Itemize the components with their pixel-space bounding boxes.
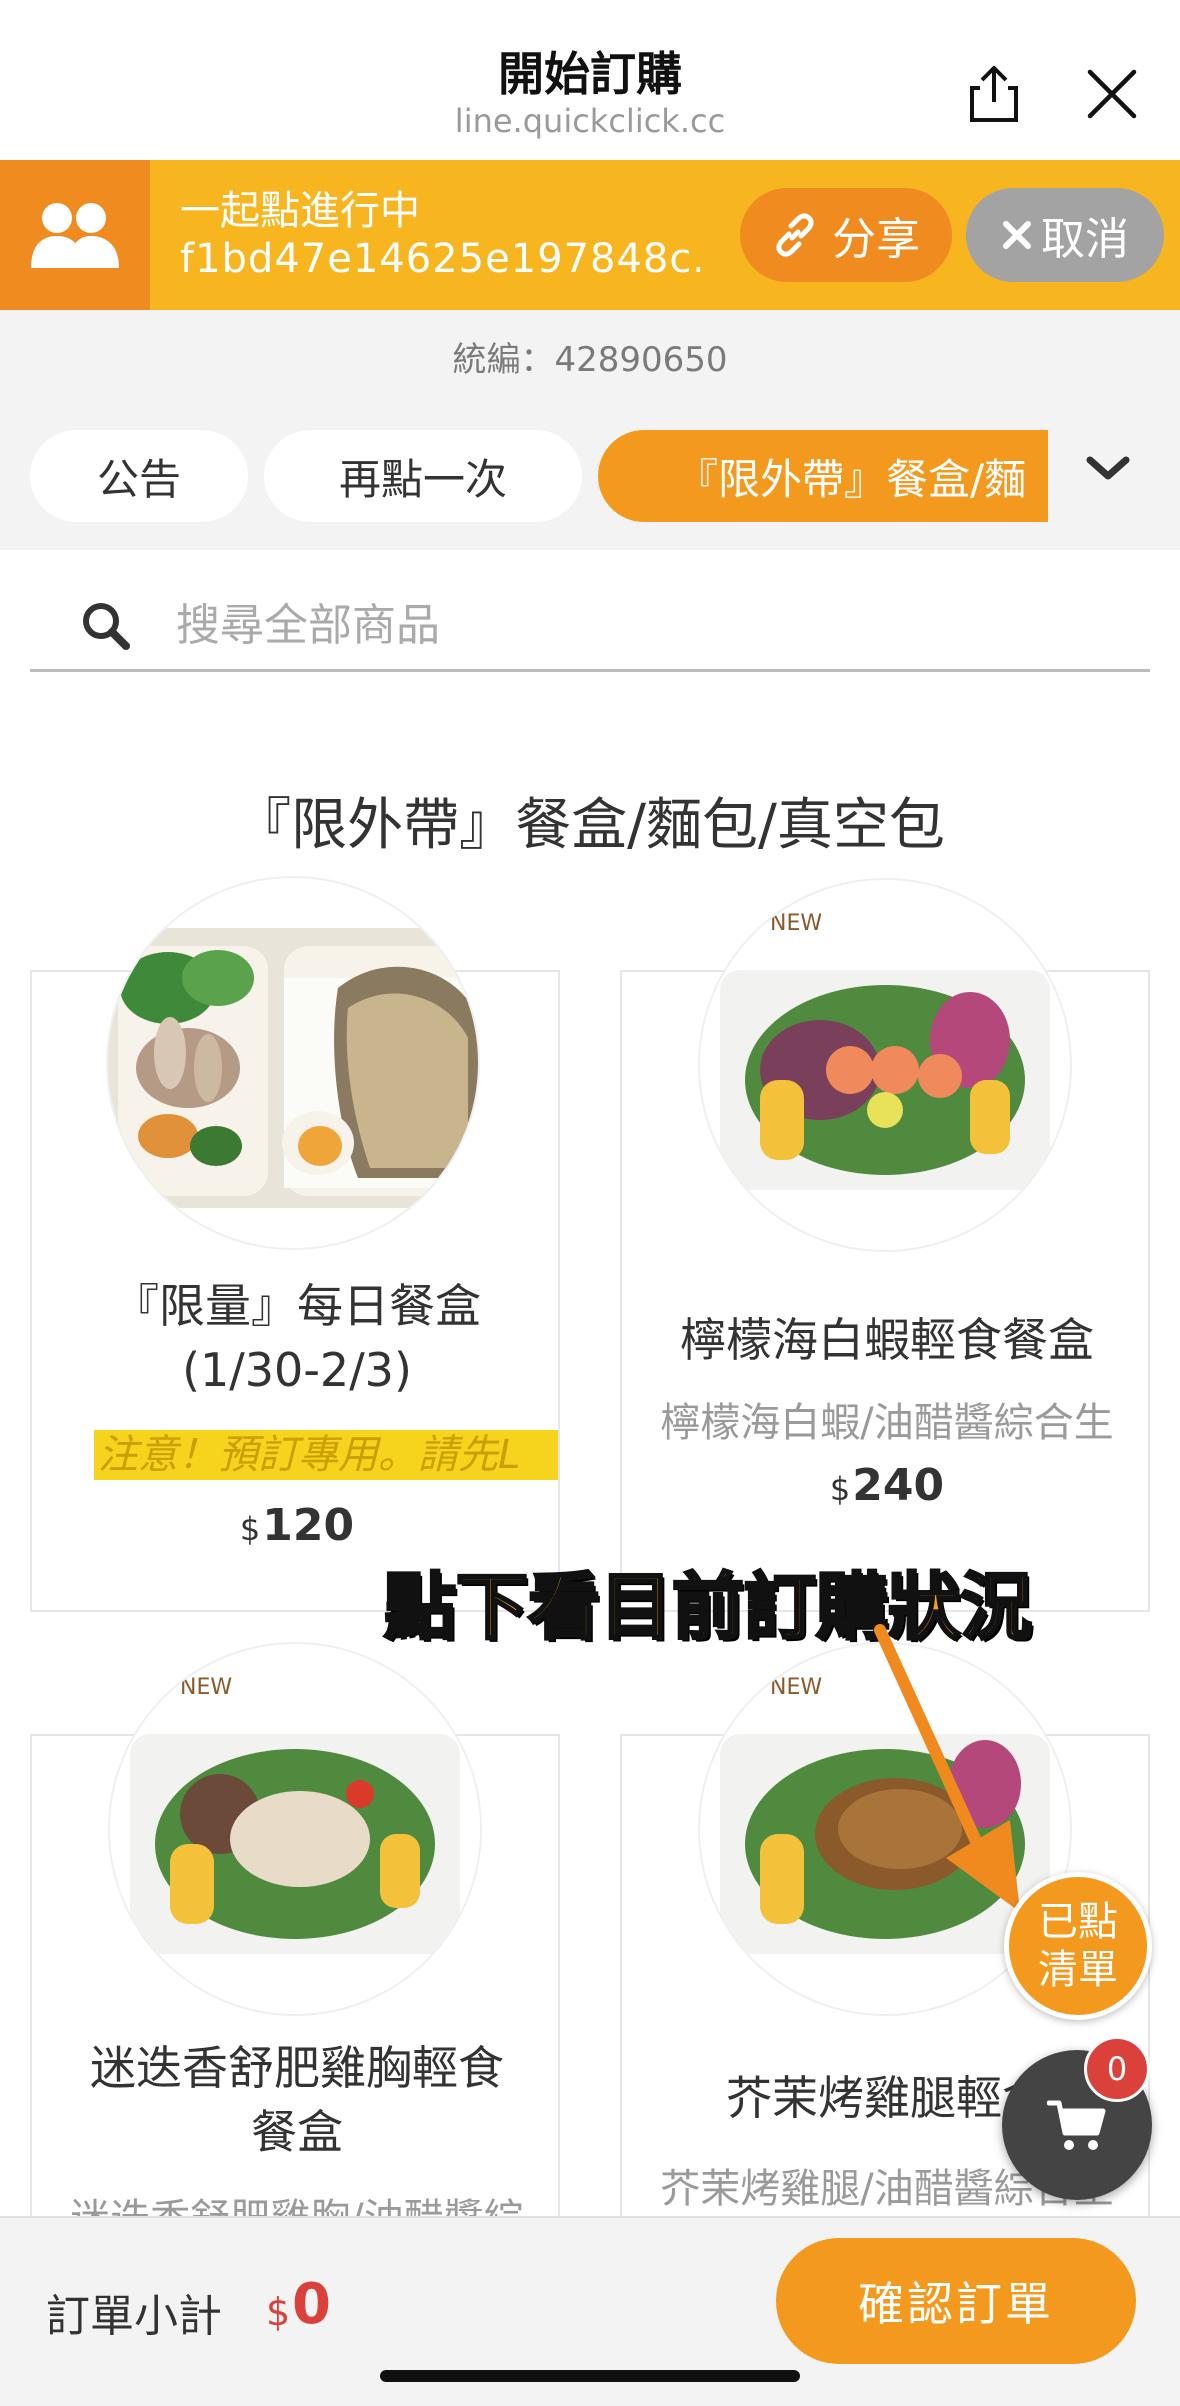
- section-title: 『限外帶』餐盒/麵包/真空包: [235, 793, 945, 858]
- ordered-list-label-line2: 清單: [1038, 1947, 1118, 1993]
- category-bar: 統編：42890650 公告 再點一次 『限外帶』餐盒/麵: [0, 310, 1180, 550]
- x-icon: [1003, 221, 1031, 249]
- home-indicator[interactable]: [380, 2370, 800, 2382]
- group-cancel-label: 取消: [1041, 214, 1129, 265]
- subtotal-currency: $: [266, 2290, 291, 2334]
- ordered-list-label-line1: 已點: [1038, 1899, 1118, 1945]
- subtotal-value: 0: [292, 2272, 331, 2337]
- tab-takeout-boxes[interactable]: 『限外帶』餐盒/麵: [598, 430, 1048, 522]
- tab-announcement[interactable]: 公告: [30, 430, 248, 522]
- group-users-icon: [31, 203, 119, 268]
- product-name: 檸檬海白蝦輕食餐盒: [680, 1313, 1094, 1367]
- search-bar: [30, 580, 1150, 672]
- subtotal-label: 訂單小計: [46, 2291, 222, 2342]
- share-icon[interactable]: [962, 62, 1026, 126]
- product-price: $120: [239, 1500, 355, 1551]
- group-order-code: f1bd47e14625e197848c...: [180, 236, 700, 282]
- link-icon: [776, 213, 814, 257]
- product-name-line2: 餐盒: [251, 2105, 343, 2159]
- bento-box-image: [108, 878, 478, 1248]
- tab-order-again[interactable]: 再點一次: [264, 430, 582, 522]
- annotation-arrow-icon: [874, 1624, 1020, 1912]
- top-header: 開始訂購 line.quickclick.cc: [0, 0, 1180, 160]
- product-name: 『限量』每日餐盒: [113, 1279, 481, 1333]
- ordered-list-button[interactable]: 已點 清單: [1004, 1872, 1152, 2020]
- chicken-salad-image: NEW: [110, 1644, 480, 2014]
- tax-id: 統編：42890650: [452, 340, 728, 380]
- product-photo-daily-box[interactable]: [108, 878, 478, 1248]
- product-photo-lemon-shrimp[interactable]: NEW: [700, 880, 1070, 1250]
- chevron-down-icon[interactable]: [1080, 448, 1136, 488]
- svg-text:NEW: NEW: [180, 1675, 232, 1700]
- group-icon-box: [0, 160, 150, 310]
- product-note: 注意！預訂專用。請先L: [94, 1430, 558, 1480]
- cart-icon: [1047, 2100, 1106, 2150]
- search-input[interactable]: [176, 590, 1076, 660]
- product-name: 迷迭香舒肥雞胸輕食: [90, 2041, 504, 2095]
- search-icon: [83, 603, 130, 650]
- product-desc: 檸檬海白蝦/油醋醬綜合生: [660, 1400, 1114, 1446]
- group-order-banner: 一起點進行中 f1bd47e14625e197848c... 分享 取消: [0, 160, 1180, 310]
- group-cancel-button[interactable]: 取消: [966, 188, 1164, 282]
- confirm-order-button[interactable]: 確認訂單: [776, 2238, 1136, 2364]
- svg-text:NEW: NEW: [770, 911, 822, 936]
- close-icon[interactable]: [1082, 64, 1142, 124]
- svg-text:NEW: NEW: [770, 1675, 822, 1700]
- group-share-label: 分享: [832, 214, 920, 265]
- shrimp-salad-image: NEW: [700, 880, 1070, 1250]
- cart-count-badge: 0: [1084, 2036, 1150, 2102]
- product-price: $240: [829, 1460, 945, 1511]
- group-order-status: 一起點進行中: [180, 188, 420, 234]
- order-page: 開始訂購 line.quickclick.cc 一起點進行中 f1bd47e14…: [0, 0, 1180, 2406]
- product-photo-rosemary-chicken[interactable]: NEW: [110, 1644, 480, 2014]
- group-share-button[interactable]: 分享: [740, 188, 952, 282]
- product-name-line2: (1/30-2/3): [182, 1343, 412, 1397]
